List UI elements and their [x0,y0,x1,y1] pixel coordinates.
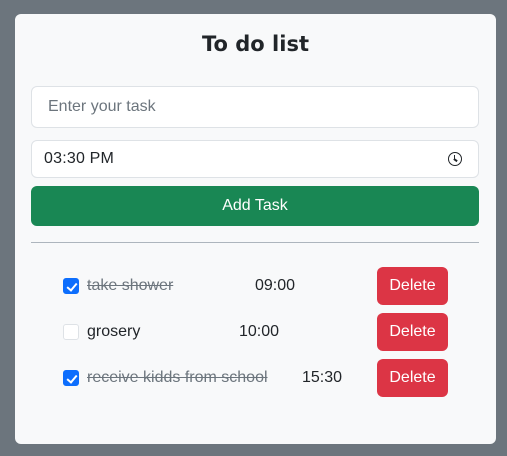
task-input[interactable]: Enter your task [31,86,479,128]
task-checkbox[interactable] [63,324,79,340]
task-checkbox[interactable] [63,370,79,386]
page-title: To do list [202,32,309,56]
task-time: 15:30 [302,369,343,386]
clock-icon[interactable] [448,152,462,166]
delete-button[interactable]: Delete [377,359,448,397]
task-name: take shower [87,277,174,294]
task-row: take shower 09:00 Delete [15,267,496,305]
task-row: receive kidds from school 15:30 Delete [15,359,496,397]
time-input[interactable]: 03:30 PM [31,140,479,178]
delete-button[interactable]: Delete [377,267,448,305]
task-input-placeholder: Enter your task [48,98,156,115]
task-row: grosery 10:00 Delete [15,313,496,351]
divider [31,242,479,243]
delete-button[interactable]: Delete [377,313,448,351]
task-name: grosery [87,323,141,340]
add-task-button[interactable]: Add Task [31,186,479,226]
task-name: receive kidds from school [87,369,268,386]
task-checkbox[interactable] [63,278,79,294]
task-time: 10:00 [239,323,280,340]
todo-card: To do list Enter your task 03:30 PM Add … [15,14,496,444]
time-input-value: 03:30 PM [44,150,115,167]
task-time: 09:00 [255,277,296,294]
